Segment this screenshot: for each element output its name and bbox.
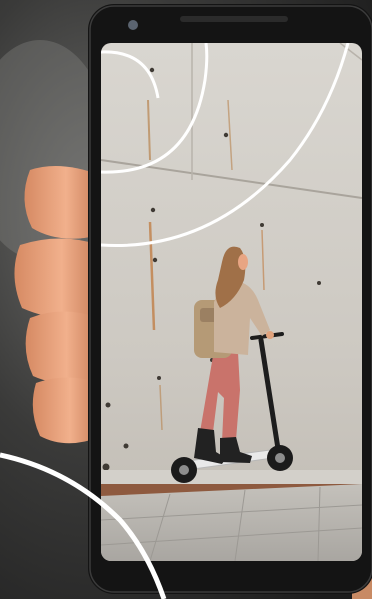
front-camera-icon (128, 20, 138, 30)
finger (14, 238, 100, 319)
scene-illustration (0, 0, 372, 599)
phone-speaker-grille (180, 16, 288, 22)
photo-scene (0, 0, 372, 599)
phone-screen (101, 43, 362, 561)
